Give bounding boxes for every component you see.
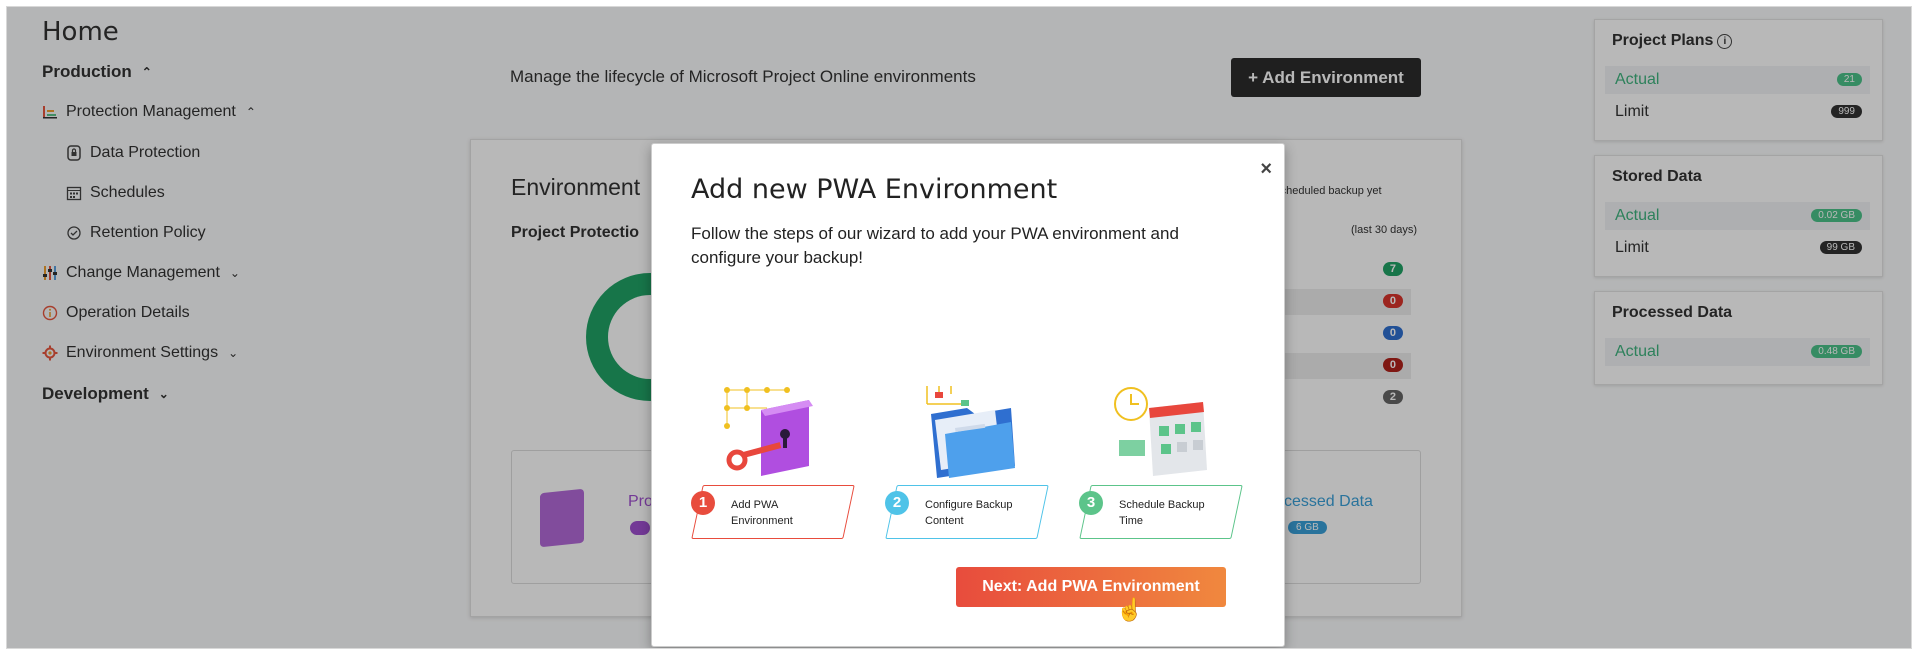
step-3-number: 3: [1079, 491, 1103, 515]
next-add-pwa-environment-button[interactable]: Next: Add PWA Environment: [956, 567, 1226, 607]
step-2-label: Configure Backup Content: [925, 499, 1013, 527]
hand-cursor-icon: ☝: [1116, 597, 1144, 622]
add-pwa-environment-modal: × Add new PWA Environment Follow the ste…: [651, 143, 1285, 647]
wizard-step-2: 2 Configure Backup Content: [885, 384, 1055, 539]
step-1-number: 1: [691, 491, 715, 515]
wizard-step-1: 1 Add PWA Environment: [691, 384, 861, 539]
modal-description: Follow the steps of our wizard to add yo…: [691, 224, 1179, 267]
wizard-step-3: 3 Schedule Backup Time: [1079, 384, 1249, 539]
close-icon[interactable]: ×: [1260, 158, 1272, 181]
step-3-label: Schedule Backup Time: [1119, 499, 1205, 527]
folder-icon: [915, 384, 1025, 478]
step-1-label: Add PWA Environment: [731, 499, 793, 527]
calendar-clock-icon: [1109, 384, 1219, 478]
app-frame: Home Production ⌃ Protection Management …: [6, 6, 1912, 649]
key-lock-icon: [721, 384, 831, 478]
modal-title: Add new PWA Environment: [691, 174, 1058, 205]
step-2-number: 2: [885, 491, 909, 515]
